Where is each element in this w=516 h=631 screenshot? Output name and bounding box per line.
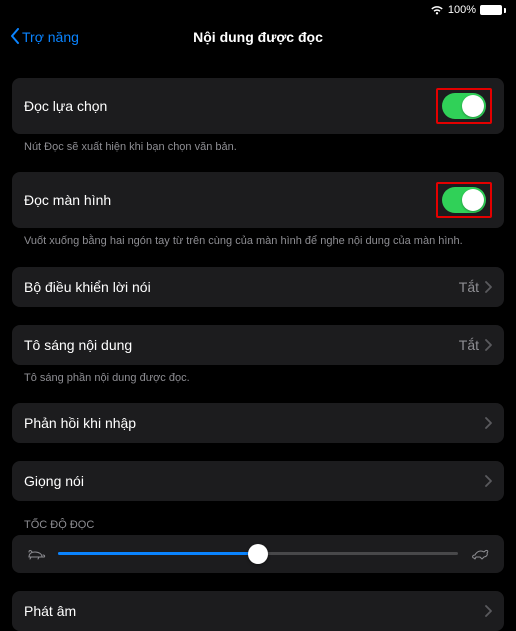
navigation-bar: Trợ năng Nội dung được đọc — [0, 18, 516, 56]
tortoise-icon — [26, 547, 46, 561]
hare-icon — [470, 547, 490, 561]
speak-selection-row[interactable]: Đọc lựa chọn — [12, 78, 504, 134]
battery-percentage: 100% — [448, 4, 476, 16]
section-header: TỐC ĐỘ ĐỌC — [12, 519, 504, 535]
speak-screen-row[interactable]: Đọc màn hình — [12, 172, 504, 228]
row-label: Phản hồi khi nhập — [24, 415, 136, 431]
speak-screen-toggle[interactable] — [442, 187, 486, 213]
row-footer: Tô sáng phần nội dung được đọc. — [12, 365, 504, 385]
chevron-right-icon — [485, 605, 492, 617]
row-label: Phát âm — [24, 603, 76, 619]
row-footer: Nút Đọc sẽ xuất hiện khi bạn chọn văn bả… — [12, 134, 504, 154]
status-bar: 100% — [0, 0, 516, 18]
page-title: Nội dung được đọc — [193, 29, 323, 45]
row-label: Đọc màn hình — [24, 192, 111, 208]
row-label: Đọc lựa chọn — [24, 98, 107, 114]
speak-selection-toggle[interactable] — [442, 93, 486, 119]
battery-icon — [480, 5, 506, 15]
chevron-right-icon — [485, 339, 492, 351]
slider-thumb[interactable] — [248, 544, 268, 564]
back-button[interactable]: Trợ năng — [10, 28, 79, 47]
pronunciations-row[interactable]: Phát âm — [12, 591, 504, 631]
speaking-rate-row — [12, 535, 504, 573]
row-value: Tắt — [459, 279, 479, 295]
chevron-right-icon — [485, 417, 492, 429]
wifi-icon — [430, 5, 444, 15]
row-label: Tô sáng nội dung — [24, 337, 132, 353]
chevron-right-icon — [485, 475, 492, 487]
speaking-rate-slider[interactable] — [58, 552, 458, 555]
voices-row[interactable]: Giọng nói — [12, 461, 504, 501]
back-label: Trợ năng — [22, 29, 79, 45]
highlight-annotation — [436, 182, 492, 218]
chevron-left-icon — [10, 28, 20, 47]
chevron-right-icon — [485, 281, 492, 293]
highlight-content-row[interactable]: Tô sáng nội dung Tắt — [12, 325, 504, 365]
speech-controller-row[interactable]: Bộ điều khiển lời nói Tắt — [12, 267, 504, 307]
highlight-annotation — [436, 88, 492, 124]
typing-feedback-row[interactable]: Phản hồi khi nhập — [12, 403, 504, 443]
row-label: Bộ điều khiển lời nói — [24, 279, 151, 295]
row-footer: Vuốt xuống bằng hai ngón tay từ trên cùn… — [12, 228, 504, 248]
row-value: Tắt — [459, 337, 479, 353]
row-label: Giọng nói — [24, 473, 84, 489]
